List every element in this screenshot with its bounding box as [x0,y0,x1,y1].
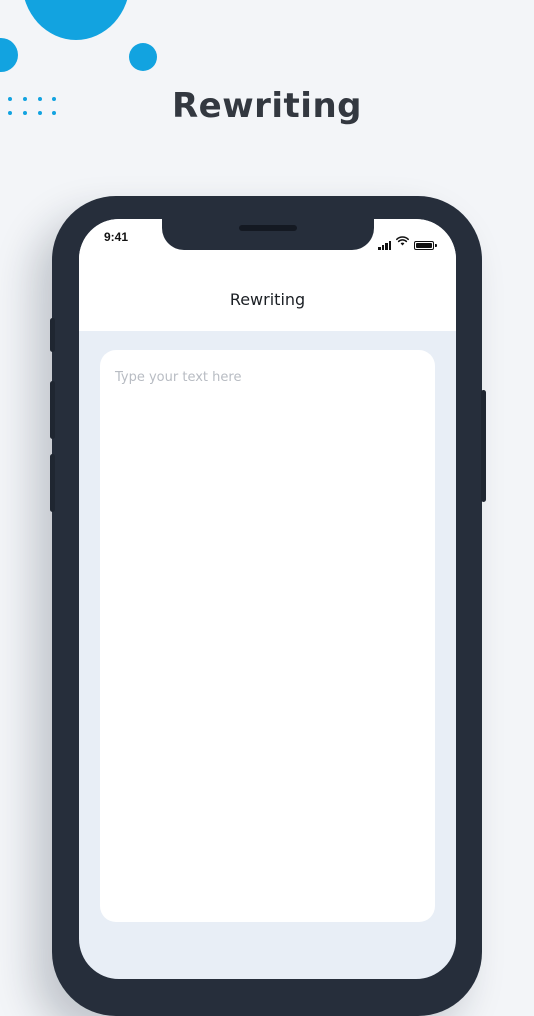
status-bar-time: 9:41 [104,230,129,244]
text-input-card [100,350,435,922]
promo-headline: Rewriting [171,86,363,126]
phone-power-button [481,390,486,502]
phone-volume-down-button [50,454,55,512]
text-input[interactable] [100,350,435,922]
decorative-circle-large [22,0,130,40]
status-bar-icons [378,231,437,250]
phone-screen: 9:41 Rewriting [79,219,456,979]
decorative-circle-left [0,38,18,72]
wifi-icon [396,231,409,250]
battery-icon [414,241,437,250]
phone-volume-up-button [50,381,55,439]
app-title: Rewriting [229,290,306,309]
signal-icon [378,241,391,250]
phone-speaker [239,225,297,231]
phone-notch [162,218,374,250]
phone-mute-switch [50,318,55,352]
decorative-circle-small [129,43,157,71]
